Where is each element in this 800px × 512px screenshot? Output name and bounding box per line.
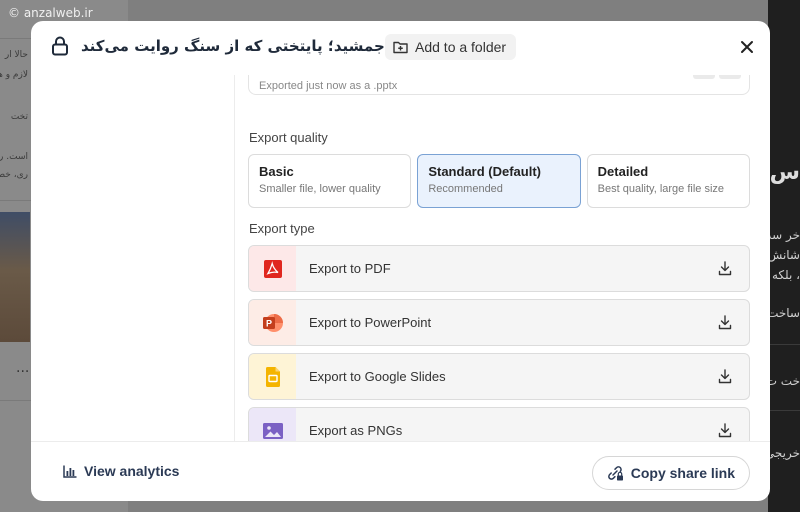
export-option-label: Export to Google Slides [309,369,446,384]
bg-text: س [769,160,800,185]
lock-icon [52,36,68,56]
download-icon [718,315,732,330]
mini-action-button[interactable] [693,75,715,79]
export-quality-heading: Export quality [249,130,328,145]
exported-note: Exported just now as a .pptx [259,80,398,92]
left-pane [31,75,235,441]
export-png-option[interactable]: Export as PNGs [248,407,750,441]
export-google-slides-option[interactable]: Export to Google Slides [248,353,750,400]
export-panel: Exported just now as a .pptx Export qual… [248,75,750,441]
bg-text: شانش [767,248,800,262]
modal-header: تخت جمشید؛ پایتختی که از سنگ روایت می‌کن… [31,21,770,75]
quality-title: Standard (Default) [428,164,541,179]
link-lock-icon [607,466,623,481]
download-icon [718,261,732,276]
add-to-folder-button[interactable]: Add to a folder [385,34,517,60]
quality-subtitle: Smaller file, lower quality [259,183,381,195]
quality-option-detailed[interactable]: Detailed Best quality, large file size [586,154,750,208]
bg-text: خریجی [764,446,800,460]
bg-photo [0,212,30,342]
export-option-label: Export as PNGs [309,423,403,438]
bg-text: حالا ار [4,50,28,60]
quality-option-standard[interactable]: Standard (Default) Recommended [417,154,581,208]
view-analytics-label: View analytics [84,463,180,479]
copy-share-link-label: Copy share link [630,465,735,481]
bg-text: خت ت [765,374,800,388]
quality-title: Basic [259,164,294,179]
export-pdf-option[interactable]: Export to PDF [248,245,750,292]
quality-subtitle: Best quality, large file size [597,183,725,195]
bg-text: ساخت [767,306,800,320]
copy-share-link-button[interactable]: Copy share link [591,456,750,490]
google-slides-icon [265,366,280,387]
powerpoint-icon: P [262,313,283,332]
download-icon [718,369,732,384]
background-right-column: س خر سد شانش ، بلکه ساخت خت ت خریجی [764,0,800,512]
watermark: © anzalweb.ir [8,6,93,20]
export-option-label: Export to PowerPoint [309,315,432,330]
image-icon [262,422,283,439]
close-icon[interactable] [738,38,756,56]
bg-text: است. رو [0,152,28,162]
share-modal: تخت جمشید؛ پایتختی که از سنگ روایت می‌کن… [31,21,770,501]
bg-text: خر سد [765,228,800,242]
add-to-folder-label: Add to a folder [415,39,507,55]
bar-chart-icon [63,465,77,478]
bg-text: ، بلکه [771,268,800,282]
svg-text:P: P [265,318,271,328]
bg-text: ری، خط [0,170,28,180]
folder-plus-icon [393,41,408,54]
quality-subtitle: Recommended [428,183,503,195]
export-powerpoint-option[interactable]: P Export to PowerPoint [248,299,750,346]
export-option-label: Export to PDF [309,261,391,276]
mini-action-button[interactable] [719,75,741,79]
quality-options: Basic Smaller file, lower quality Standa… [248,154,750,208]
modal-footer: View analytics Copy share link [31,441,770,501]
quality-option-basic[interactable]: Basic Smaller file, lower quality [248,154,412,208]
quality-title: Detailed [597,164,649,179]
bg-text: لازم و هر [0,70,28,80]
bg-text: تخت [10,112,28,122]
download-icon [718,423,732,438]
export-status-box: Exported just now as a .pptx [248,75,750,95]
export-type-heading: Export type [249,221,315,236]
bg-more-dots: ... [16,360,30,376]
view-analytics-button[interactable]: View analytics [63,463,179,479]
pdf-icon [263,259,282,278]
